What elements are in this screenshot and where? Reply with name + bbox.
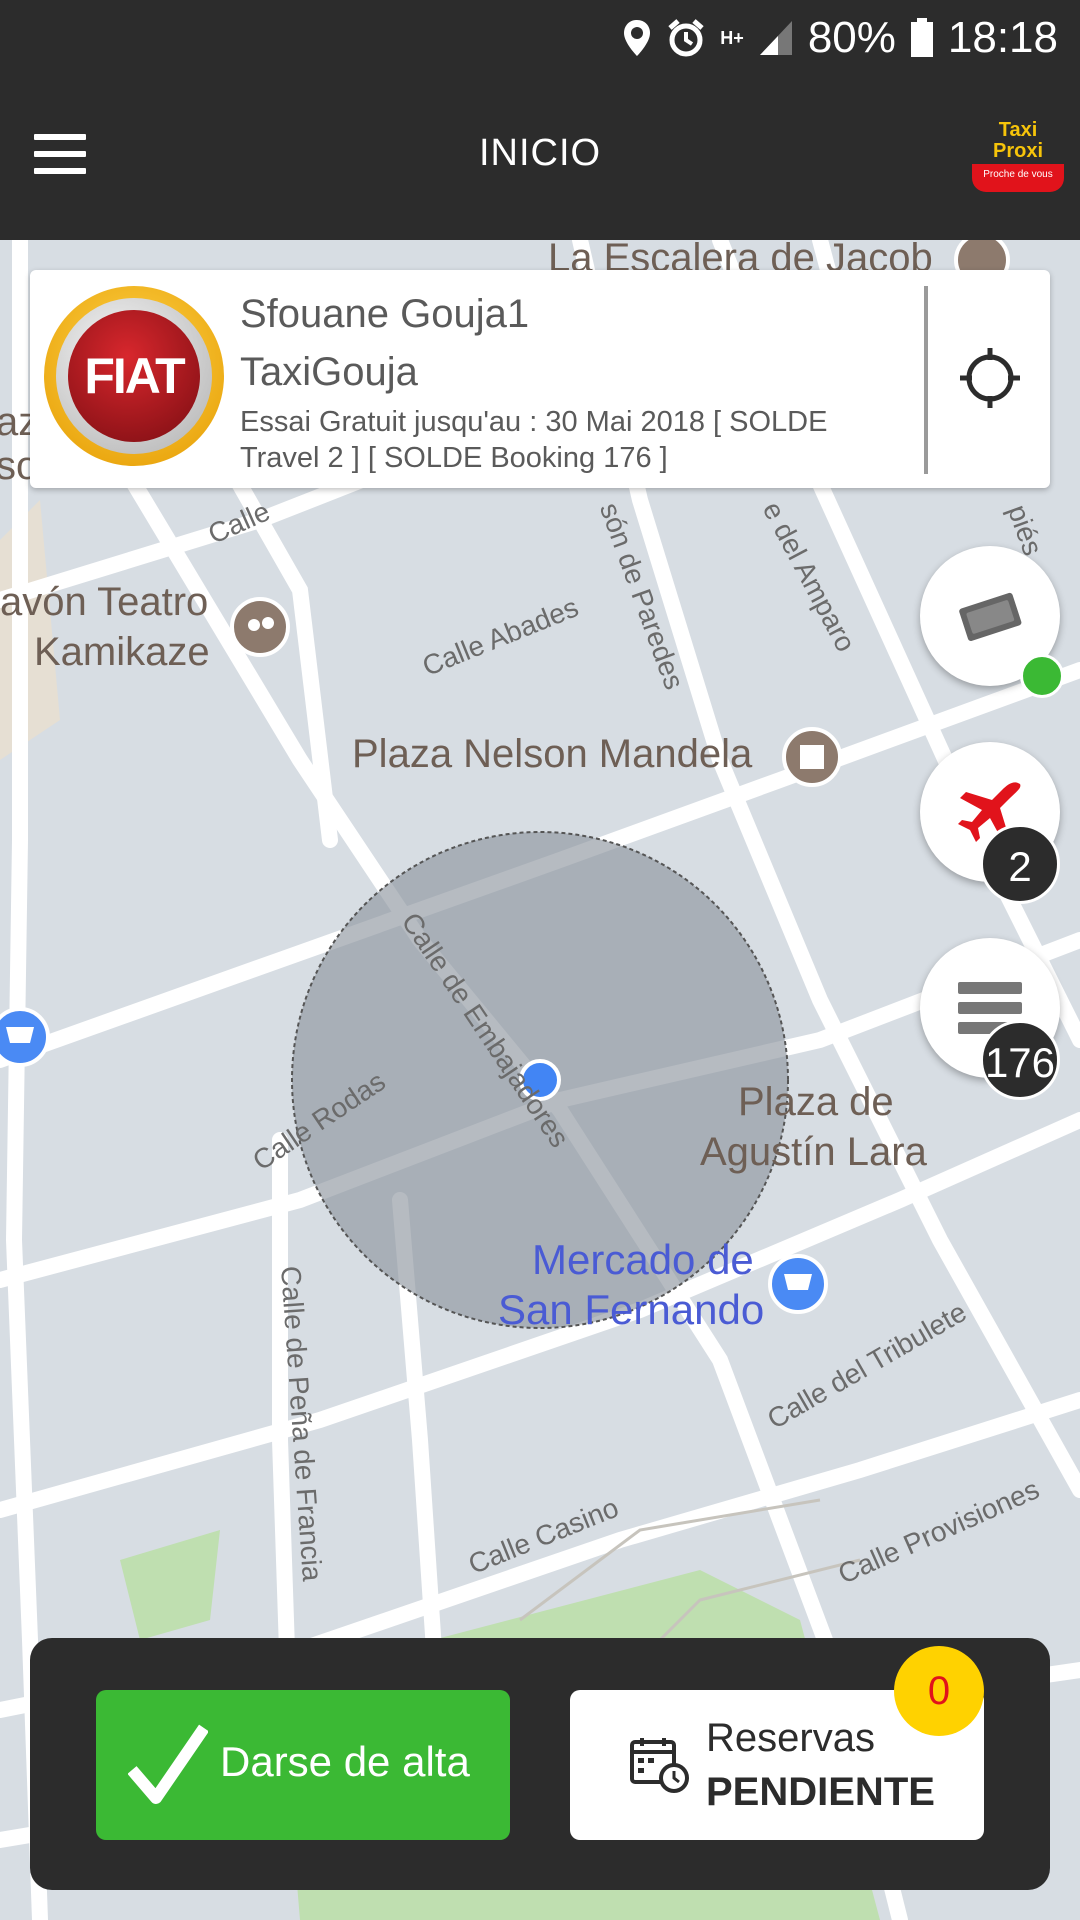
driver-info-card: FIAT Sfouane Gouja1 TaxiGouja Essai Grat… xyxy=(30,270,1050,488)
reservas-count-badge: 0 xyxy=(894,1646,984,1736)
network-type: H+ xyxy=(720,27,744,48)
taxiproxi-logo: Taxi Proxi Proche de vous xyxy=(972,120,1064,200)
map-label-mercado-1: Mercado de xyxy=(532,1236,754,1283)
battery-percent: 80% xyxy=(807,13,896,62)
card-divider xyxy=(924,286,928,474)
map-label-plaza-agustin-1: Plaza de xyxy=(738,1080,894,1124)
driver-trial-info: Essai Gratuit jusqu'au : 30 Mai 2018 [ S… xyxy=(240,406,828,474)
clock: 18:18 xyxy=(947,13,1058,62)
market-poi-icon xyxy=(768,1254,828,1314)
logo-tagline: Proche de vous xyxy=(972,164,1064,192)
status-icons: H+ 80% 18:18 xyxy=(622,10,1058,66)
map-label-plaza-mandela: Plaza Nelson Mandela xyxy=(352,732,753,776)
calendar-clock-icon xyxy=(630,1738,689,1793)
my-location-icon[interactable] xyxy=(958,346,1022,410)
ticket-icon xyxy=(959,592,1022,641)
map-label-plaza-agustin-2: Agustín Lara xyxy=(700,1130,927,1174)
bottom-action-panel: Darse de alta Reservas PENDIENTE 0 xyxy=(30,1638,1050,1890)
app-bar: INICIO Taxi Proxi Proche de vous xyxy=(0,76,1080,240)
travel-count-badge: 2 xyxy=(980,824,1060,904)
status-bar: H+ 80% 18:18 xyxy=(0,0,1080,76)
reservas-label: Reservas xyxy=(706,1716,875,1760)
alarm-icon xyxy=(668,19,704,57)
driver-name: Sfouane Gouja1 xyxy=(240,292,530,336)
pendiente-label: PENDIENTE xyxy=(706,1770,935,1814)
theatre-poi-icon xyxy=(230,597,290,657)
driver-company: TaxiGouja xyxy=(240,350,418,394)
page-title: INICIO xyxy=(478,132,602,174)
checkmark-icon xyxy=(128,1724,208,1804)
map-label-mercado-2: San Fernando xyxy=(498,1286,765,1333)
battery-icon xyxy=(910,18,933,57)
signal-icon xyxy=(759,21,792,55)
location-pin-icon xyxy=(624,20,651,56)
fiat-logo-text: FIAT xyxy=(68,310,200,442)
vehicle-brand-avatar: FIAT xyxy=(44,286,224,466)
logo-line-1: Taxi xyxy=(998,119,1038,141)
darse-de-alta-button[interactable]: Darse de alta xyxy=(96,1690,510,1840)
alta-label: Darse de alta xyxy=(220,1738,470,1785)
booking-count-badge: 176 xyxy=(980,1020,1060,1100)
market-poi-icon-left xyxy=(0,1007,50,1067)
map-label-teatro-1: avón Teatro xyxy=(0,580,209,624)
logo-line-2: Proxi xyxy=(992,140,1044,162)
landmark-poi-icon xyxy=(782,727,842,787)
online-status-dot xyxy=(1020,654,1064,698)
map-label-teatro-2: Kamikaze xyxy=(34,630,210,674)
